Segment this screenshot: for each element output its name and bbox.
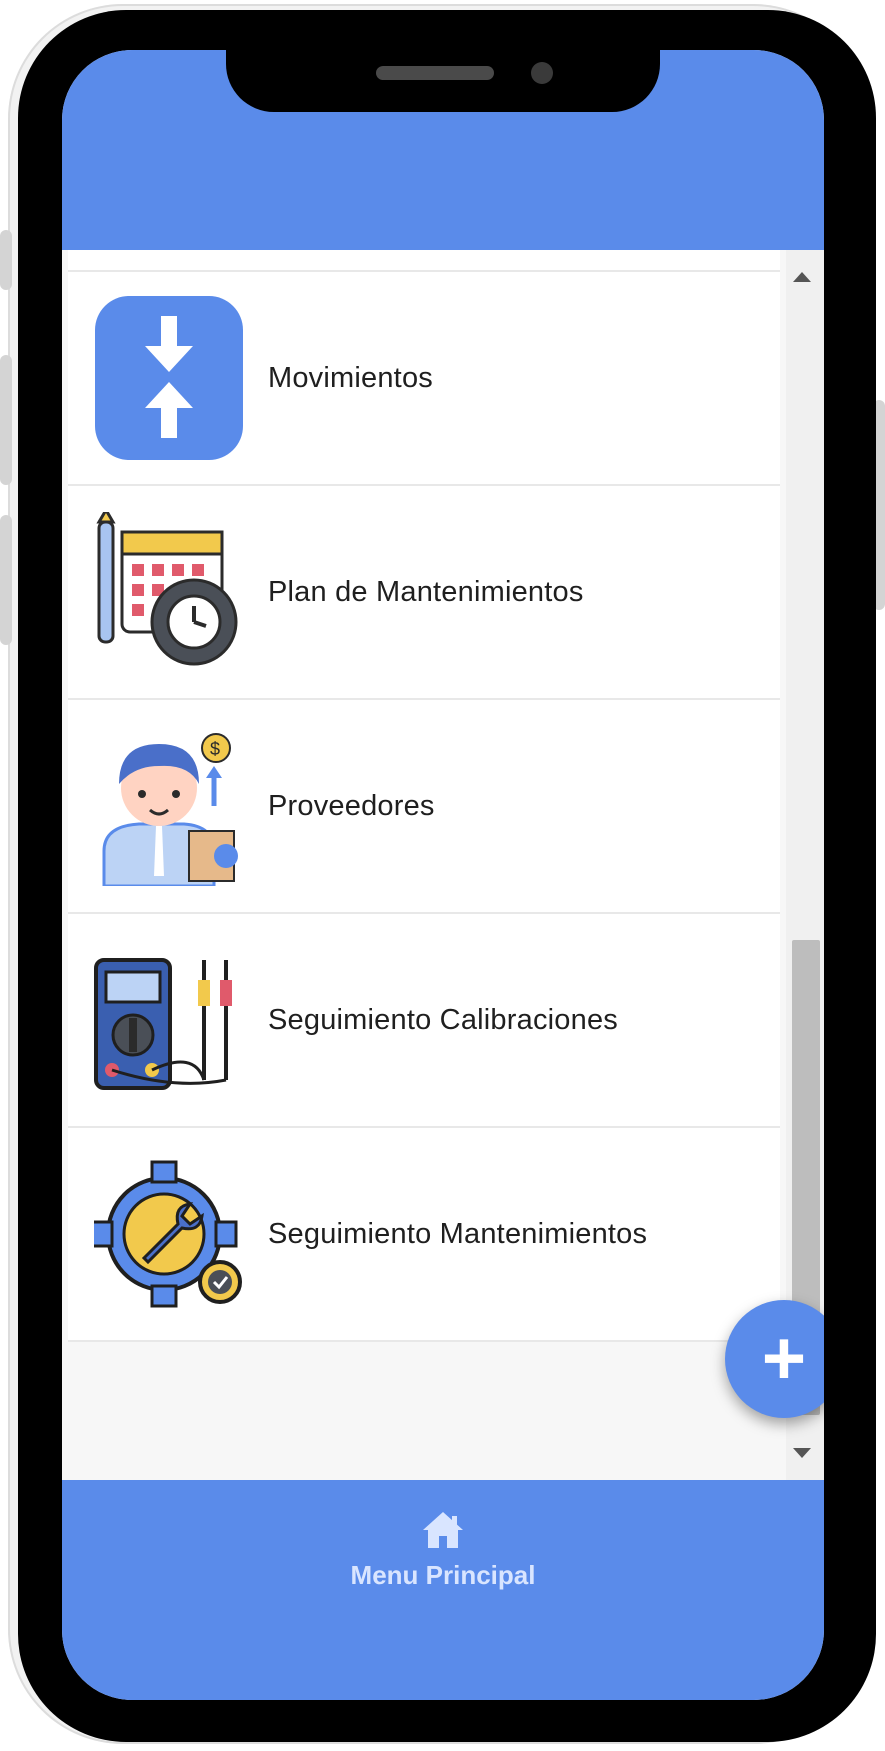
menu-item-seguimiento-calibraciones[interactable]: Seguimiento Calibraciones xyxy=(68,914,780,1128)
phone-side-button xyxy=(0,515,12,645)
svg-text:$: $ xyxy=(210,739,220,759)
menu-item-proveedores[interactable]: $ Proveedores xyxy=(68,700,780,914)
list-top-edge xyxy=(68,250,780,272)
nav-item-menu-principal[interactable]: Menu Principal xyxy=(332,1510,554,1620)
menu-item-seguimiento-mantenimientos[interactable]: Seguimiento Mantenimientos xyxy=(68,1128,780,1342)
menu-item-label: Seguimiento Mantenimientos xyxy=(268,1217,648,1250)
home-icon xyxy=(423,1512,463,1548)
calendar-gear-icon xyxy=(94,510,244,674)
menu-item-movimientos[interactable]: Movimientos xyxy=(68,272,780,486)
multimeter-icon xyxy=(94,938,244,1102)
scroll-down-arrow-icon[interactable] xyxy=(793,1448,811,1458)
phone-notch xyxy=(226,50,660,112)
up-down-arrows-icon xyxy=(94,296,244,460)
gear-wrench-icon xyxy=(94,1152,244,1316)
app-screen: Movimientos Plan de Mantenimientos $ Pro… xyxy=(62,50,824,1700)
scroll-up-arrow-icon[interactable] xyxy=(793,272,811,282)
menu-item-label: Seguimiento Calibraciones xyxy=(268,1003,618,1036)
menu-item-label: Movimientos xyxy=(268,361,433,394)
supplier-person-icon: $ xyxy=(94,724,244,888)
menu-list-container[interactable]: Movimientos Plan de Mantenimientos $ Pro… xyxy=(62,250,824,1480)
menu-item-label: Plan de Mantenimientos xyxy=(268,575,584,608)
nav-item-label: Menu Principal xyxy=(350,1560,536,1590)
plus-icon: + xyxy=(761,1316,807,1401)
phone-side-button xyxy=(0,355,12,485)
menu-list: Movimientos Plan de Mantenimientos $ Pro… xyxy=(68,250,780,1342)
menu-item-label: Proveedores xyxy=(268,789,435,822)
menu-item-plan-de-mantenimientos[interactable]: Plan de Mantenimientos xyxy=(68,486,780,700)
bottom-nav: Menu Principal xyxy=(62,1480,824,1700)
scrollbar[interactable] xyxy=(786,250,824,1480)
phone-side-button xyxy=(0,230,12,290)
front-camera xyxy=(531,62,553,84)
speaker-grille xyxy=(376,66,494,80)
